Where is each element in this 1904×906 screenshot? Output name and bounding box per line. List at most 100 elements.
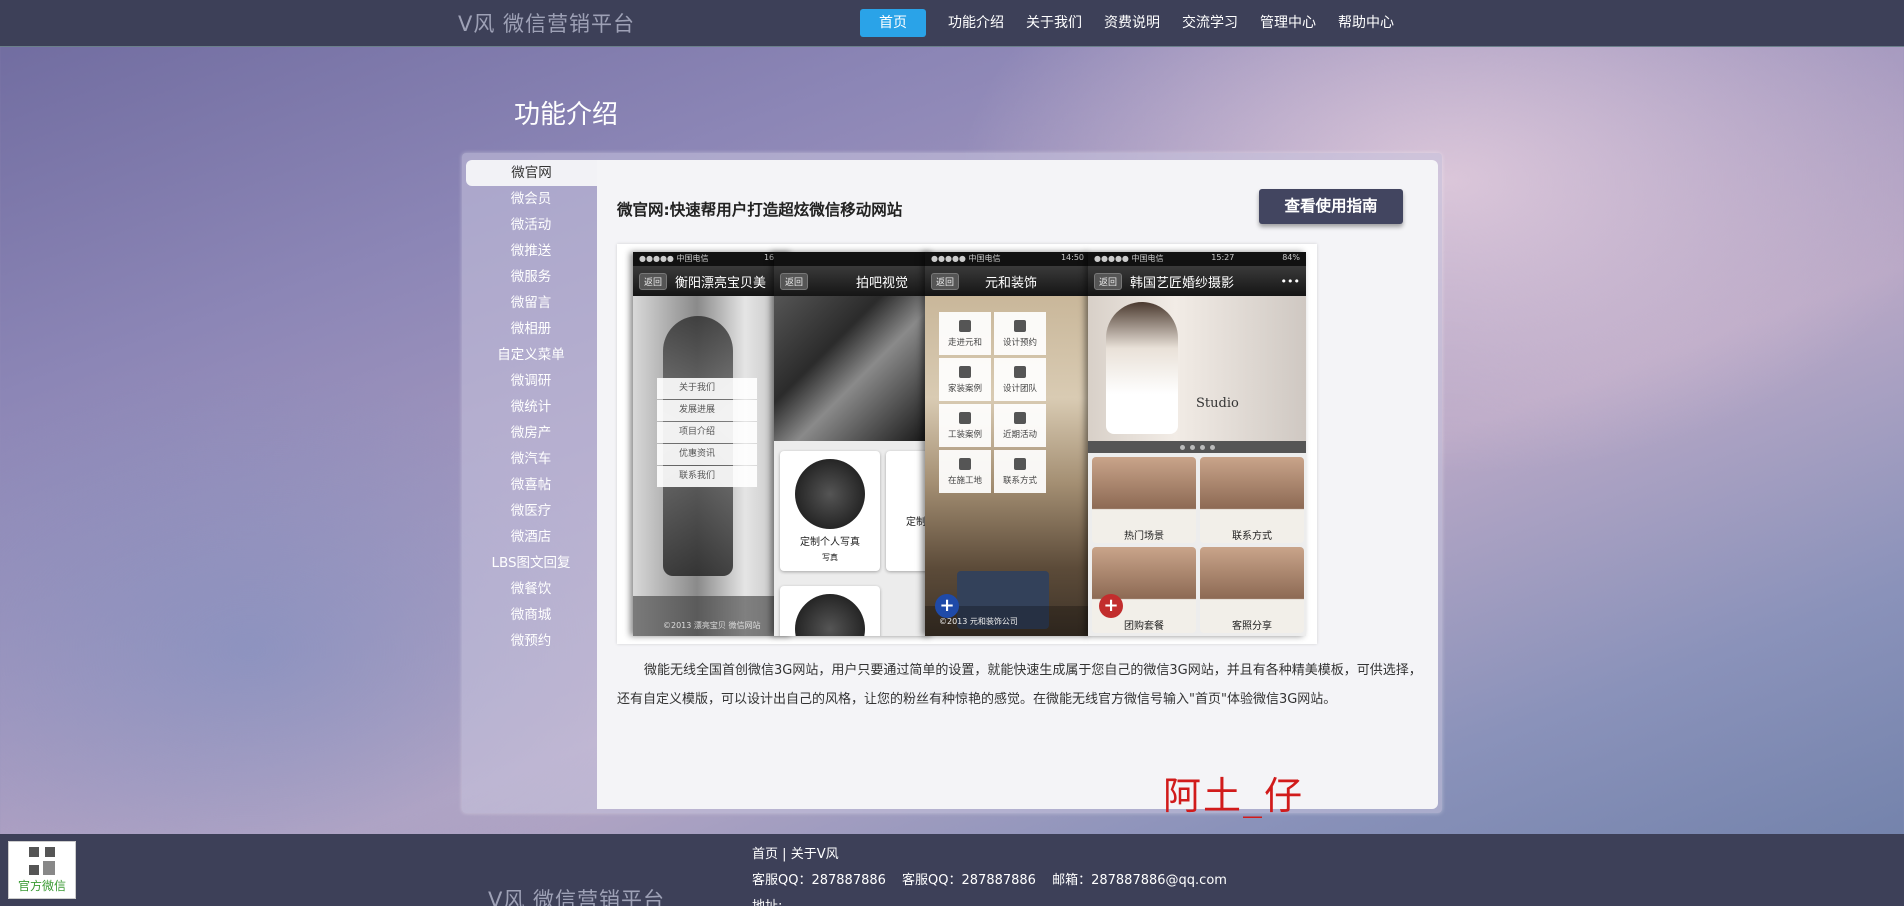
sidebar-item-weiliuyan[interactable]: 微留言 <box>466 290 596 316</box>
bride-figure <box>1106 302 1178 434</box>
time-text: 14:50 <box>1060 253 1084 262</box>
photo-tile: 联系方式 <box>1200 457 1304 543</box>
contact-qq: 客服QQ：287887886 <box>752 873 886 888</box>
sidebar-item-weixitie[interactable]: 微喜帖 <box>466 472 596 498</box>
footer-contact: 客服QQ：287887886 客服QQ：287887886 邮箱：2878878… <box>752 869 1239 888</box>
status-bar <box>774 252 934 266</box>
phone-title: 元和装饰 <box>985 275 1038 291</box>
phone-screenshot-decoration: ●●●●● 中国电信 14:50 返回 元和装饰 走进元和 设计预约 家装案例 设… <box>925 252 1090 636</box>
sidebar-item-weituisong[interactable]: 微推送 <box>466 238 596 264</box>
phone-menu: 关于我们 发展进展 项目介绍 优惠资讯 联系我们 <box>657 378 757 488</box>
official-wechat-qr[interactable]: 官方微信 <box>8 841 76 899</box>
studio-photo <box>774 296 934 441</box>
phone-body: 定制个人写真 写真 定制 <box>774 296 934 636</box>
sidebar-item-weifuwu[interactable]: 微服务 <box>466 264 596 290</box>
photo-tile: 客照分享 <box>1200 547 1304 633</box>
nav-home[interactable]: 首页 <box>860 9 926 37</box>
sidebar-item-weidiaoyan[interactable]: 微调研 <box>466 368 596 394</box>
nav-pricing[interactable]: 资费说明 <box>1093 9 1171 37</box>
nav-features[interactable]: 功能介绍 <box>937 9 1015 37</box>
battery-text: 84% <box>1282 253 1300 262</box>
phone-title: 衡阳漂亮宝贝美 <box>675 275 767 291</box>
sidebar-item-weiguanwang[interactable]: 微官网 <box>466 160 597 186</box>
back-button: 返回 <box>1094 272 1123 290</box>
qr-label: 官方微信 <box>17 879 66 893</box>
grid-item: 家装案例 <box>939 358 991 401</box>
grid-item: 设计团队 <box>994 358 1046 401</box>
phone-header: 返回 拍吧视觉 <box>774 266 934 296</box>
footer-address: 地址: <box>752 895 782 906</box>
phone-body: Studio 热门场景 联系方式 团购套餐 客照分享 <box>1088 296 1306 636</box>
sidebar-item-weijiudian[interactable]: 微酒店 <box>466 524 596 550</box>
grid-item: 联系方式 <box>994 450 1046 493</box>
phone-showcase-image: ●●●●● 中国电信16:17 返回 衡阳漂亮宝贝美 关于我们 发展进展 项目介… <box>617 244 1317 644</box>
qr-code-icon <box>29 847 55 875</box>
phone-body: 走进元和 设计预约 家装案例 设计团队 工装案例 近期活动 在施工地 联系方式 … <box>925 296 1090 636</box>
portrait-photo <box>795 459 865 529</box>
status-bar: ●●●●● 中国电信 15:27 84% <box>1088 252 1306 266</box>
sidebar-item-weitongji[interactable]: 微统计 <box>466 394 596 420</box>
footer-link-home[interactable]: 首页 <box>752 847 778 862</box>
main-nav: 首页 功能介绍 关于我们 资费说明 交流学习 管理中心 帮助中心 <box>860 9 1405 37</box>
sidebar-item-weihuodong[interactable]: 微活动 <box>466 212 596 238</box>
menu-item: 关于我们 <box>657 378 757 399</box>
phone-footer: ©2013 漂亮宝贝 微信网站 <box>633 596 793 636</box>
tile-label: 定制个人写真 <box>800 537 860 548</box>
contact-email: 邮箱：287887886@qq.com <box>1052 873 1227 888</box>
footer-links: 首页 | 关于V风 <box>752 843 839 862</box>
top-nav-bar: V风 微信营销平台 首页 功能介绍 关于我们 资费说明 交流学习 管理中心 帮助… <box>0 0 1904 47</box>
phone-screenshot-baby: ●●●●● 中国电信16:17 返回 衡阳漂亮宝贝美 关于我们 发展进展 项目介… <box>633 252 793 636</box>
tile-sublabel: 写真 <box>822 553 838 562</box>
phone-title: 拍吧视觉 <box>856 275 909 291</box>
photo-tile <box>780 586 880 636</box>
back-button: 返回 <box>639 272 668 290</box>
feature-sidebar: 微官网 微会员 微活动 微推送 微服务 微留言 微相册 自定义菜单 微调研 微统… <box>466 160 597 654</box>
sidebar-item-weishangcheng[interactable]: 微商城 <box>466 602 596 628</box>
photo-tile: 定制个人写真 写真 <box>780 451 880 571</box>
sidebar-item-weixiangce[interactable]: 微相册 <box>466 316 596 342</box>
sidebar-item-weifangchan[interactable]: 微房产 <box>466 420 596 446</box>
nav-about[interactable]: 关于我们 <box>1015 9 1093 37</box>
sidebar-item-weiyuyue[interactable]: 微预约 <box>466 628 596 654</box>
sidebar-item-lbs-reply[interactable]: LBS图文回复 <box>466 550 596 576</box>
contact-qq: 客服QQ：287887886 <box>902 873 1036 888</box>
phone-header: 返回 衡阳漂亮宝贝美 <box>633 266 793 296</box>
carrier-text: ●●●●● 中国电信 <box>931 254 1001 263</box>
feature-content: 微官网:快速帮用户打造超炫微信移动网站 查看使用指南 ●●●●● 中国电信16:… <box>597 160 1438 818</box>
site-logo[interactable]: V风 微信营销平台 <box>458 8 635 38</box>
menu-item: 联系我们 <box>657 466 757 487</box>
back-button: 返回 <box>931 272 960 290</box>
menu-item: 发展进展 <box>657 400 757 421</box>
sidebar-item-weicanyin[interactable]: 微餐饮 <box>466 576 596 602</box>
sidebar-item-weihuiyuan[interactable]: 微会员 <box>466 186 596 212</box>
footer-link-separator: | <box>782 847 787 862</box>
menu-item: 优惠资讯 <box>657 444 757 465</box>
feature-description: 微能无线全国首创微信3G网站，用户只要通过简单的设置，就能快速生成属于您自己的微… <box>617 663 1422 707</box>
time-text: 15:27 <box>1211 253 1235 262</box>
studio-logo-text: Studio <box>1196 396 1239 411</box>
phone-title: 韩国艺匠婚纱摄影 <box>1130 275 1235 291</box>
page-title: 功能介绍 <box>514 100 619 130</box>
back-button: 返回 <box>780 272 809 290</box>
bride-photo: Studio <box>1088 296 1306 441</box>
footer-link-about[interactable]: 关于V风 <box>791 847 839 862</box>
carrier-text: ●●●●● 中国电信 <box>639 254 709 263</box>
menu-item: 项目介绍 <box>657 422 757 443</box>
sidebar-item-weiyiliao[interactable]: 微医疗 <box>466 498 596 524</box>
status-bar: ●●●●● 中国电信16:17 <box>633 252 793 266</box>
carousel-dots <box>1088 441 1306 453</box>
sidebar-item-custom-menu[interactable]: 自定义菜单 <box>466 342 596 368</box>
view-guide-button[interactable]: 查看使用指南 <box>1259 189 1403 224</box>
nav-community[interactable]: 交流学习 <box>1171 9 1249 37</box>
photo-tile: 团购套餐 <box>1092 547 1196 633</box>
sidebar-item-weiqiche[interactable]: 微汽车 <box>466 446 596 472</box>
grid-item: 在施工地 <box>939 450 991 493</box>
phone-screenshot-wedding: ●●●●● 中国电信 15:27 84% 返回 韩国艺匠婚纱摄影 ••• Studi… <box>1088 252 1306 636</box>
grid-item: 工装案例 <box>939 404 991 447</box>
grid-item: 设计预约 <box>994 312 1046 355</box>
nav-admin[interactable]: 管理中心 <box>1249 9 1327 37</box>
nav-help[interactable]: 帮助中心 <box>1327 9 1405 37</box>
footer-logo: V风 微信营销平台 <box>488 888 666 906</box>
status-bar: ●●●●● 中国电信 14:50 <box>925 252 1090 266</box>
phone-icon-grid: 走进元和 设计预约 家装案例 设计团队 工装案例 近期活动 在施工地 联系方式 <box>939 312 1046 493</box>
